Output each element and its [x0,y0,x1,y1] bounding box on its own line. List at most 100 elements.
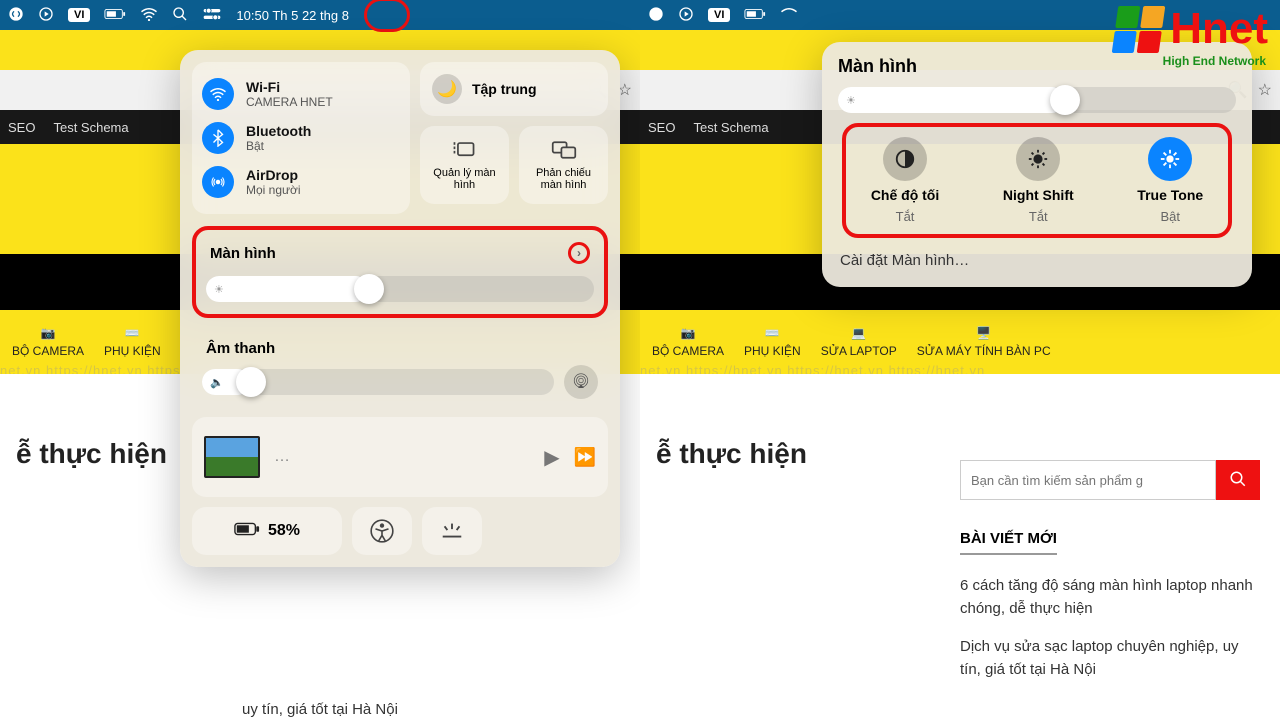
display-label: Màn hình [210,245,276,262]
stage-label: Quản lý màn hình [430,167,499,191]
nav-phukien[interactable]: ⌨️PHỤ KIỆN [104,326,161,358]
airplay-audio-button[interactable] [564,365,598,399]
camera-icon: 📷 [681,326,696,340]
site-search [960,460,1260,500]
play-icon[interactable] [678,6,694,25]
sound-label: Âm thanh [202,336,598,365]
network-card: Wi-FiCAMERA HNET BluetoothBật AirDropMọi… [192,62,410,214]
stage-icon [451,140,477,163]
airdrop-toggle[interactable]: AirDropMọi người [202,160,400,204]
screen-mirror-button[interactable]: Phản chiếu màn hình [519,126,608,204]
logo-tagline: High End Network [1163,54,1266,68]
menubar-left: VI 10:50 Th 5 22 thg 8 [0,0,640,30]
display-section-highlighted: Màn hình › ☀ [192,226,608,318]
bluetooth-subtitle: Bật [246,139,311,153]
airdrop-title: AirDrop [246,167,301,183]
volume-slider[interactable]: 🔈 [202,369,554,395]
sound-section: Âm thanh 🔈 [192,328,608,407]
battery-icon[interactable] [104,8,126,23]
post-link[interactable]: 6 cách tăng độ sáng màn hình laptop nhan… [960,575,1260,620]
true-tone-state: Bật [1160,209,1180,224]
brightness-low-icon: ☀ [214,283,224,296]
laptop-icon: 💻 [851,326,866,340]
mirror-icon [551,140,577,163]
brightness-slider[interactable]: ☀ [838,87,1236,113]
bookmark-star-icon[interactable]: ☆ [1258,80,1272,100]
accessibility-button[interactable] [352,507,412,555]
wifi-icon[interactable] [140,7,158,24]
wifi-title: Wi-Fi [246,79,333,95]
battery-icon[interactable] [744,8,766,23]
night-shift-icon [1016,137,1060,181]
shazam-icon[interactable] [8,6,24,25]
control-center-panel: Wi-FiCAMERA HNET BluetoothBật AirDropMọi… [180,50,620,567]
airdrop-subtitle: Mọi người [246,183,301,197]
brightness-slider[interactable]: ☀ [206,276,594,302]
control-center-icon[interactable] [202,7,222,24]
keyboard-icon: ⌨️ [765,326,780,340]
dark-mode-toggle[interactable]: Chế độ tối Tắt [871,137,939,224]
play-button-icon[interactable]: ▶ [544,445,559,470]
moon-icon: 🌙 [432,74,462,104]
bookmark-schema[interactable]: Test Schema [53,120,128,135]
bookmark-seo[interactable]: SEO [8,120,35,135]
night-shift-toggle[interactable]: Night Shift Tắt [1003,137,1074,224]
forward-button-icon[interactable]: ⏩ [574,447,596,468]
hnet-logo: Hnet [1115,4,1268,54]
post-link[interactable]: Dịch vụ sửa sạc laptop chuyên nghiệp, uy… [960,636,1260,681]
shazam-icon[interactable] [648,6,664,25]
dark-mode-label: Chế độ tối [871,187,939,203]
bluetooth-toggle[interactable]: BluetoothBật [202,116,400,160]
input-source-badge[interactable]: VI [68,8,90,22]
media-title: … [274,448,530,466]
bookmark-schema[interactable]: Test Schema [693,120,768,135]
night-shift-state: Tắt [1029,209,1048,224]
battery-card[interactable]: 58% [192,507,342,555]
clock-text[interactable]: 10:50 Th 5 22 thg 8 [236,8,349,23]
wifi-icon[interactable] [780,7,798,24]
focus-label: Tập trung [472,81,537,97]
search-input[interactable] [960,460,1216,500]
battery-percent: 58% [268,522,300,540]
sidebar-heading: BÀI VIẾT MỚI [960,530,1057,555]
nav-camera[interactable]: 📷BỘ CAMERA [12,326,84,358]
display-subpanel: Màn hình ☀ Chế độ tối Tắt Night Shift Tắ… [822,42,1252,287]
bluetooth-title: Bluetooth [246,123,311,139]
bookmark-seo[interactable]: SEO [648,120,675,135]
pc-icon: 🖥️ [976,326,991,340]
logo-text: Hnet [1170,4,1268,54]
keyboard-brightness-button[interactable] [422,507,482,555]
nav-sualaptop[interactable]: 💻SỬA LAPTOP [821,326,897,358]
true-tone-toggle[interactable]: True Tone Bật [1137,137,1203,224]
display-settings-link[interactable]: Cài đặt Màn hình… [838,248,1236,273]
media-card[interactable]: … ▶ ⏩ [192,417,608,497]
dark-mode-state: Tắt [896,209,915,224]
nav-suapc[interactable]: 🖥️SỬA MÁY TÍNH BÀN PC [917,326,1051,358]
focus-button[interactable]: 🌙 Tập trung [420,62,608,116]
wifi-toggle[interactable]: Wi-FiCAMERA HNET [202,72,400,116]
search-button[interactable] [1216,460,1260,500]
camera-icon: 📷 [41,326,56,340]
nav-phukien[interactable]: ⌨️PHỤ KIỆN [744,326,801,358]
wifi-circle-icon [202,78,234,110]
bluetooth-circle-icon [202,122,234,154]
display-chevron-icon[interactable]: › [568,242,590,264]
search-icon[interactable] [172,6,188,25]
stage-manager-button[interactable]: Quản lý màn hình [420,126,509,204]
left-screenshot: VI 10:50 Th 5 22 thg 8 🔍 ☆ SEO Test Sche… [0,0,640,720]
input-source-badge[interactable]: VI [708,8,730,22]
brightness-low-icon: ☀ [846,94,856,107]
keyboard-icon: ⌨️ [125,326,140,340]
right-screenshot: VI Hnet High End Network 🔍 ☆ SEO Test Sc… [640,0,1280,720]
play-icon[interactable] [38,6,54,25]
true-tone-icon [1148,137,1192,181]
true-tone-label: True Tone [1137,187,1203,203]
volume-icon: 🔈 [210,376,224,389]
nav-strip: 📷BỘ CAMERA ⌨️PHỤ KIỆN 💻SỬA LAPTOP 🖥️SỬA … [640,310,1280,374]
nav-camera[interactable]: 📷BỘ CAMERA [652,326,724,358]
airdrop-circle-icon [202,166,234,198]
wifi-subtitle: CAMERA HNET [246,95,333,109]
mirror-label: Phản chiếu màn hình [529,167,598,191]
night-shift-label: Night Shift [1003,187,1074,203]
battery-card-icon [234,522,260,541]
